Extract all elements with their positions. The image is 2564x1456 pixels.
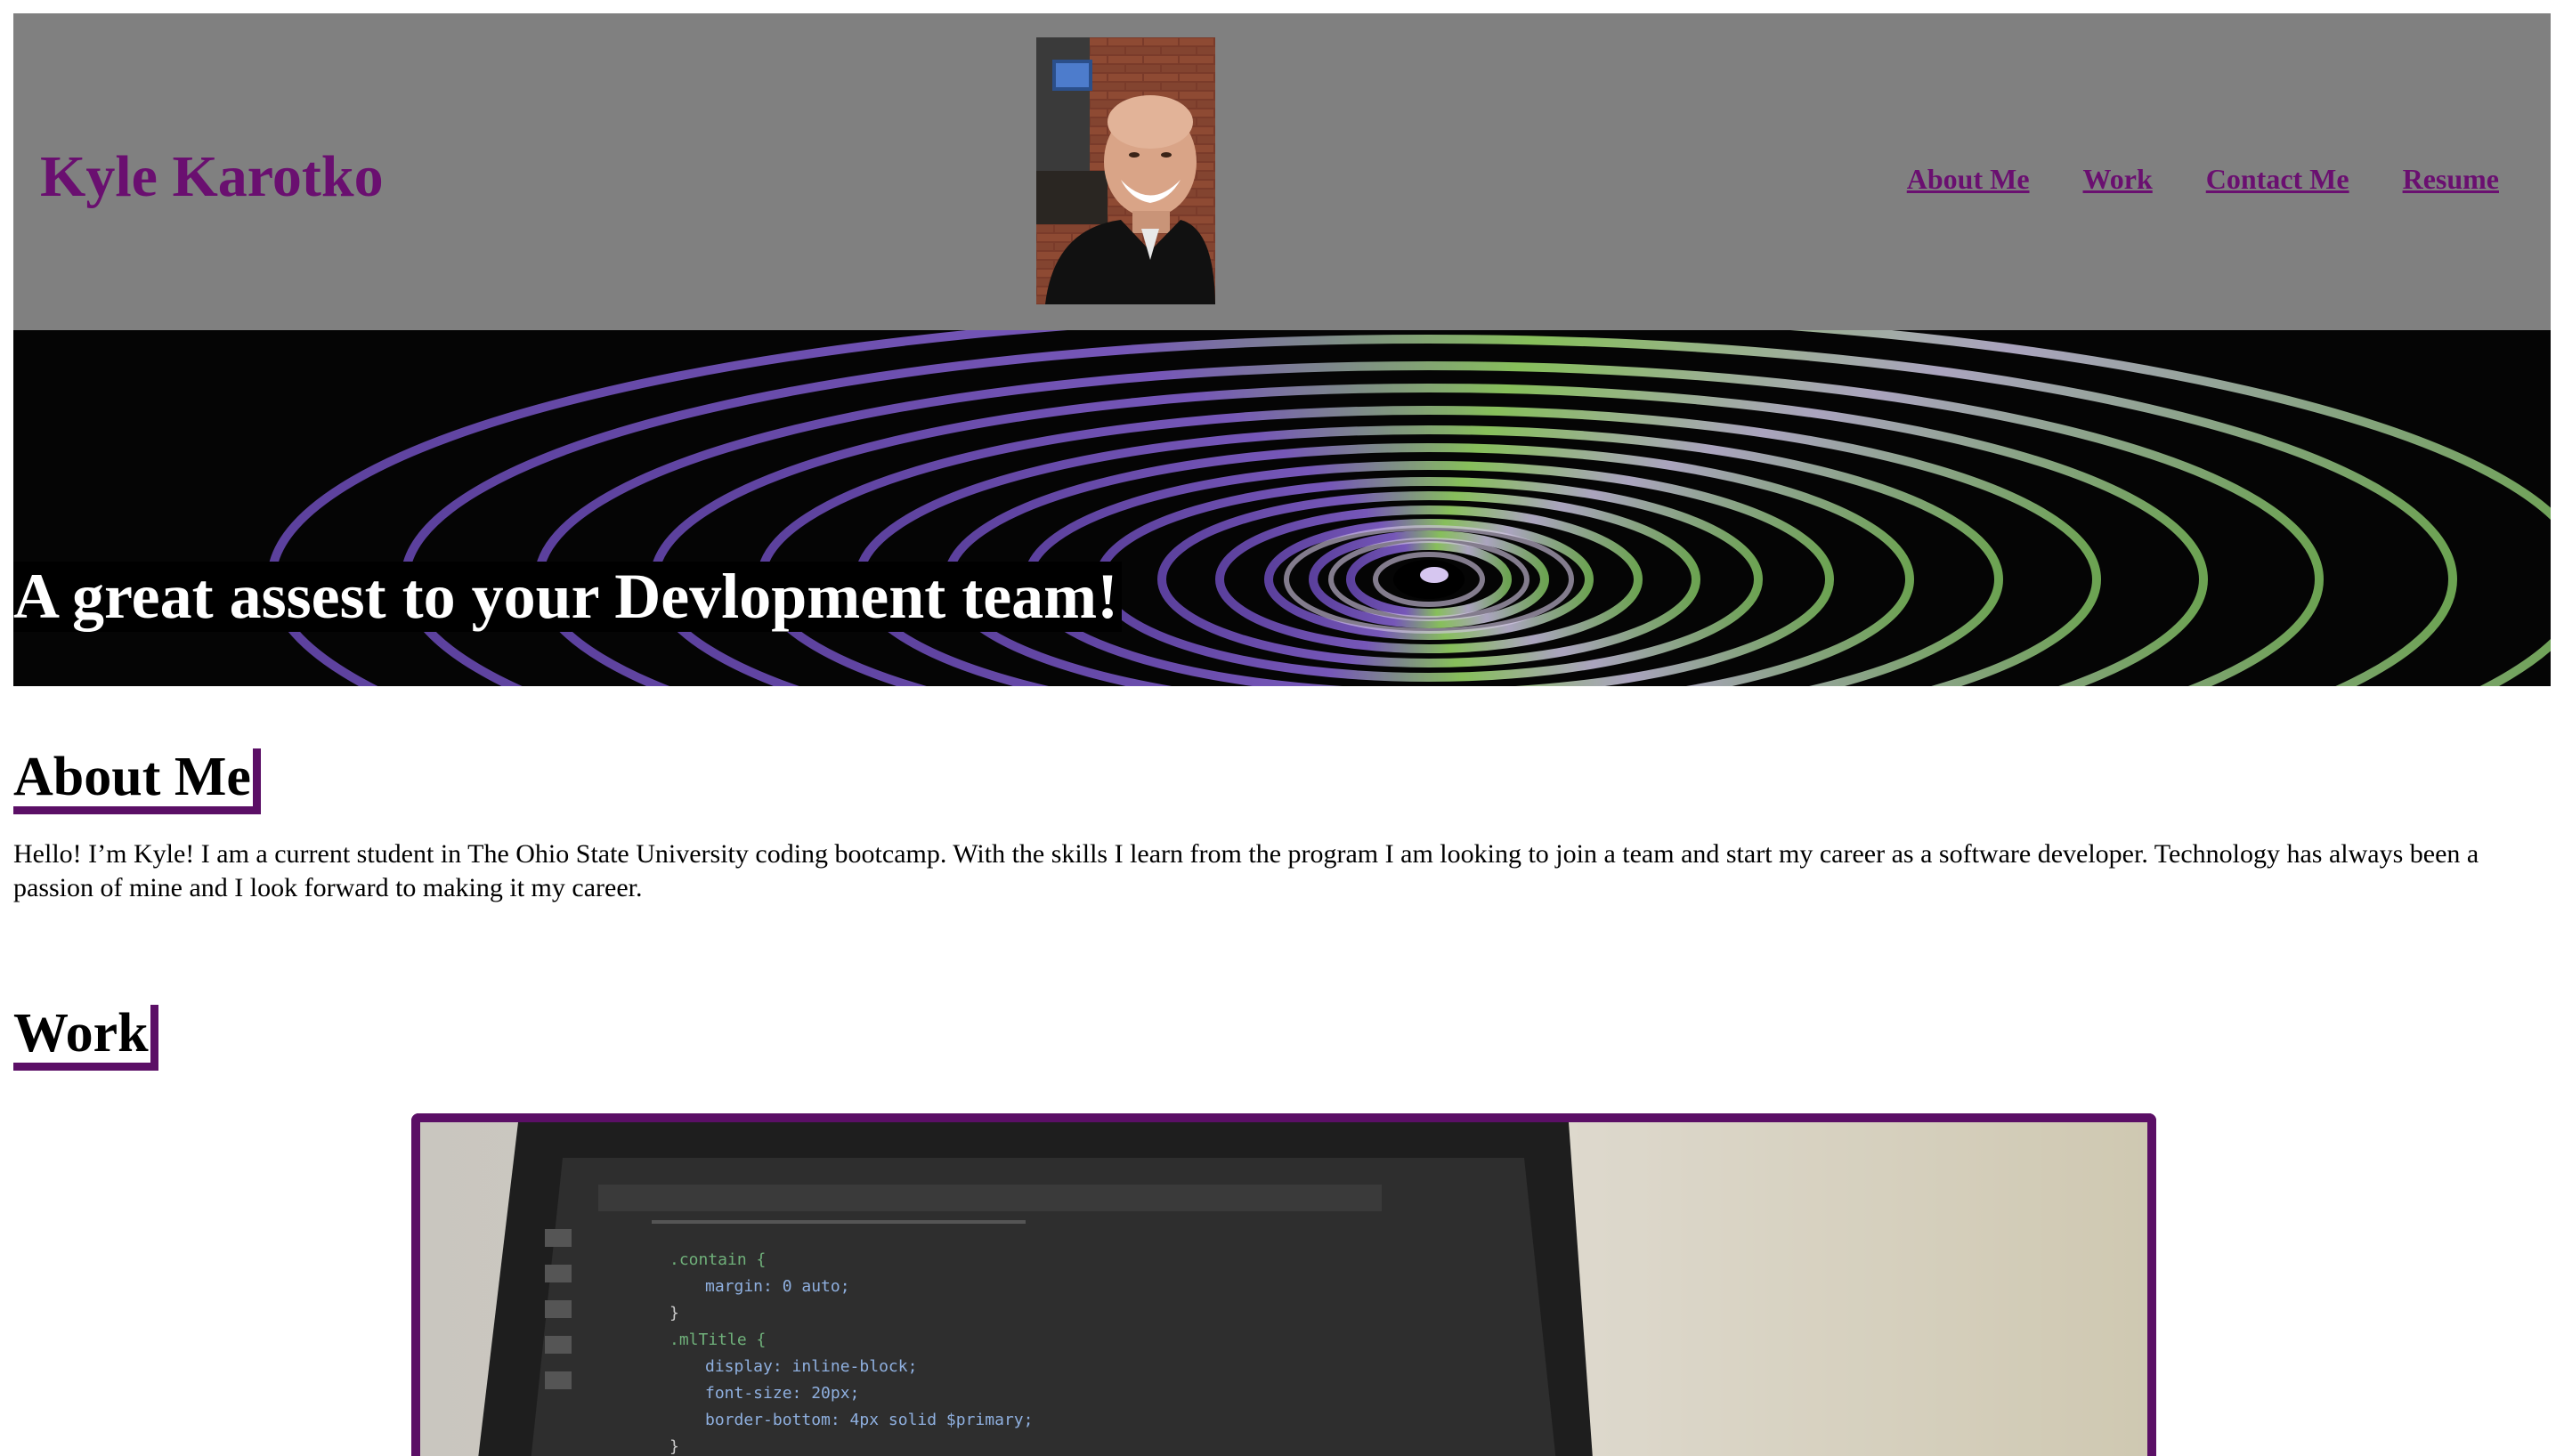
work-heading: Work — [13, 1005, 158, 1072]
about-text: Hello! I’m Kyle! I am a current student … — [13, 839, 2479, 903]
nav-link-resume[interactable]: Resume — [2403, 163, 2499, 196]
svg-text:.contain {: .contain { — [669, 1250, 766, 1269]
hero-swirl-image — [13, 330, 2551, 686]
about-section: About Me Hello! I’m Kyle! I am a current… — [13, 748, 2551, 905]
nav-link-contact-me[interactable]: Contact Me — [2206, 163, 2349, 196]
svg-text:font-size: 20px;: font-size: 20px; — [705, 1384, 859, 1403]
site-title: Kyle Karotko — [40, 144, 384, 209]
work-section: Work .contain { margin: 0 auto;} .mlTit… — [13, 1005, 2551, 1456]
about-heading: About Me — [13, 748, 261, 815]
svg-text:border-bottom: 4px solid $prim: border-bottom: 4px solid $primary; — [705, 1411, 1033, 1429]
svg-text:}: } — [669, 1304, 679, 1323]
hero-banner: A great assest to your Devlopment team! — [13, 330, 2551, 686]
work-project-image: .contain { margin: 0 auto; } .mlTitle { … — [420, 1122, 2147, 1456]
main-nav: About Me Work Contact Me Resume — [1907, 163, 2499, 196]
svg-text:display: inline-block;: display: inline-block; — [705, 1357, 917, 1376]
svg-text:.mlTitle {: .mlTitle { — [669, 1331, 766, 1349]
profile-photo-image — [1036, 37, 1215, 304]
svg-text:}: } — [669, 1437, 679, 1456]
svg-text:margin: 0 auto;: margin: 0 auto; — [705, 1277, 850, 1296]
nav-link-work[interactable]: Work — [2083, 163, 2153, 196]
work-project-card[interactable]: .contain { margin: 0 auto; } .mlTitle { … — [411, 1113, 2156, 1456]
profile-photo — [1036, 37, 1215, 304]
hero-tagline: A great assest to your Devlopment team! — [13, 561, 1123, 633]
site-header: Kyle Karotko About Me Work Contact Me Re… — [13, 13, 2551, 330]
nav-link-about-me[interactable]: About Me — [1907, 163, 2030, 196]
page: Kyle Karotko About Me Work Contact Me Re… — [13, 13, 2551, 1456]
